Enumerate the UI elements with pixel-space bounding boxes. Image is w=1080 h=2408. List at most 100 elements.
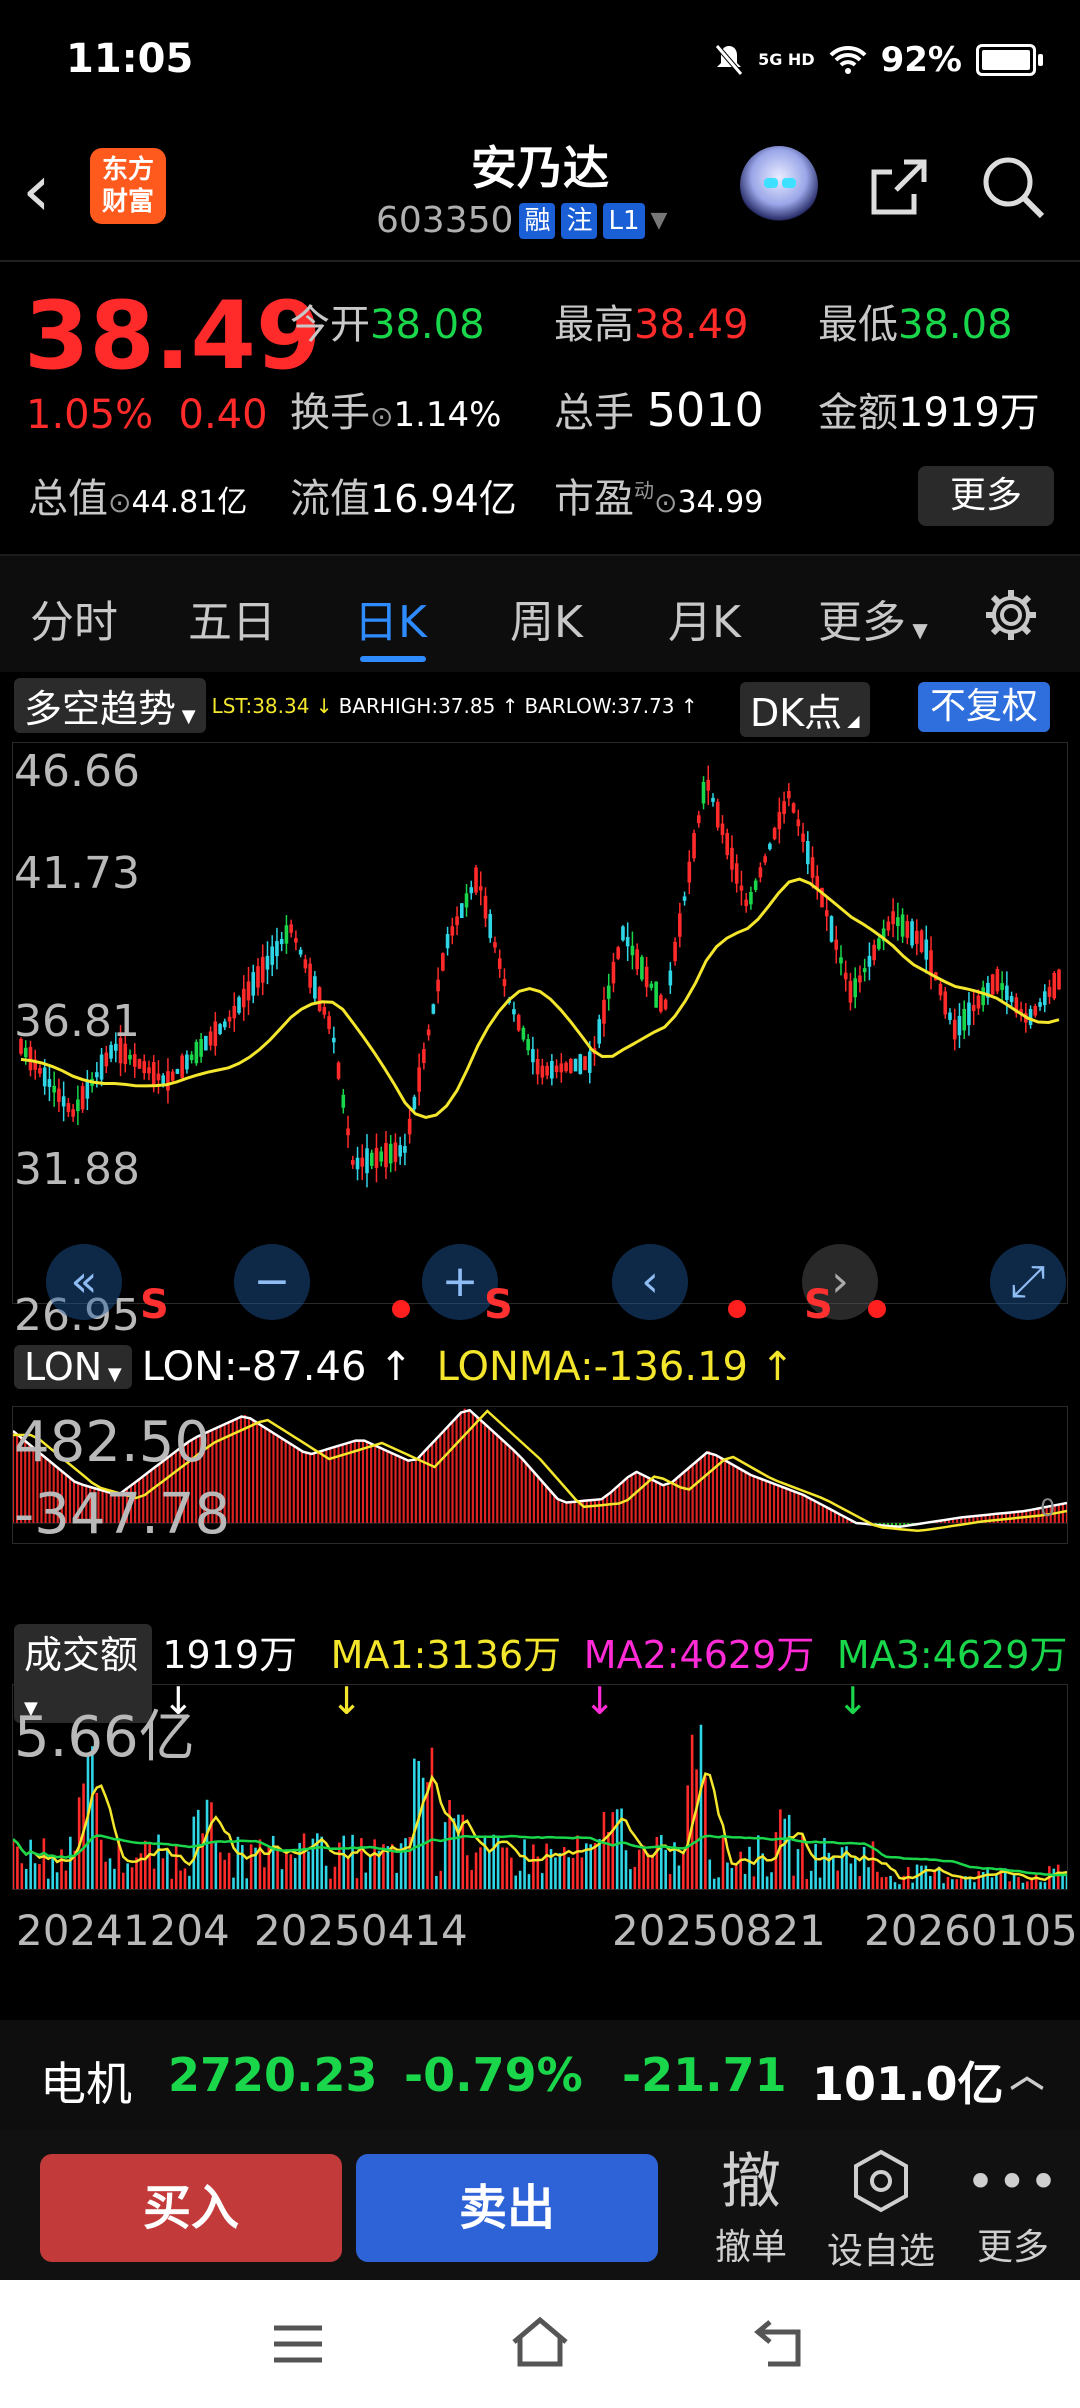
more-dots-icon: ••• <box>965 2153 1061 2211</box>
caret-down-icon: ▼ <box>102 1364 122 1385</box>
kline-chart-area[interactable]: 多空趋势 ▼ LST:38.34 ↓ BARHIGH:37.85 ↑ BARLO… <box>0 670 1080 1980</box>
buy-button[interactable]: 买入 <box>40 2154 342 2262</box>
open-label: 今开 <box>290 302 370 348</box>
tab-more[interactable]: 更多 ▼ <box>818 586 928 650</box>
lonma-value: LONMA:-136.19 ↑ <box>436 1344 795 1390</box>
pe-cell[interactable]: 市盈动⊙34.99 <box>554 466 763 524</box>
signal-dot <box>392 1300 410 1318</box>
sell-signal: S <box>140 1282 169 1328</box>
rewind-icon[interactable]: « <box>46 1244 122 1320</box>
adjust-mode-button[interactable]: 不复权 <box>918 682 1051 732</box>
assistant-robot-icon[interactable] <box>740 146 818 224</box>
level-tag: L1 <box>603 202 645 239</box>
expand-icon[interactable]: ⤢ <box>990 1244 1066 1320</box>
trade-action-bar: 买入 卖出 撤 撤单 设自选 ••• 更多 <box>0 2130 1080 2280</box>
battery-percent: 92% <box>880 40 962 80</box>
system-nav-bar <box>0 2280 1080 2408</box>
prev-icon[interactable]: ‹ <box>612 1244 688 1320</box>
turnover-value: 1.14% <box>393 395 502 435</box>
pe-label: 市盈 <box>554 476 634 522</box>
info-icon: ⊙ <box>370 400 394 433</box>
pe-sup: 动 <box>634 478 654 503</box>
low-label: 最低 <box>818 302 898 348</box>
sector-name: 电机 <box>40 2057 132 2111</box>
caret-down-icon: ▼ <box>650 208 668 233</box>
x-date-label: 20241204 <box>16 1906 230 1955</box>
y-label: 31.88 <box>14 1144 140 1195</box>
price-change: 1.05% 0.40 <box>26 392 268 438</box>
cancel-icon: 撤 <box>721 2147 781 2217</box>
status-icons: 5G HD 92% <box>714 40 1043 80</box>
info-icon: ⊙ <box>108 486 132 519</box>
note-tag: 注 <box>561 202 598 239</box>
lon-indicator-select[interactable]: LON ▼ <box>14 1345 132 1389</box>
status-time: 11:05 <box>66 36 194 82</box>
hexagon-settings-icon <box>854 2149 908 2213</box>
tab-weekly-k[interactable]: 周K <box>510 586 583 650</box>
signal-dot <box>868 1300 886 1318</box>
info-icon: ⊙ <box>654 486 678 519</box>
sector-change: -21.71 <box>622 2048 787 2102</box>
main-indicator-select[interactable]: 多空趋势 ▼ <box>14 678 206 733</box>
turnover-cell[interactable]: 换手⊙1.14% <box>290 380 501 438</box>
more-actions-button[interactable]: ••• 更多 <box>958 2146 1068 2270</box>
sell-button[interactable]: 卖出 <box>356 2154 658 2262</box>
lon-name: LON <box>24 1345 103 1389</box>
x-date-label: 20250414 <box>254 1906 468 1955</box>
amount-label: 金额 <box>818 390 898 436</box>
volume-cell: 总手 5010 <box>554 380 764 438</box>
sell-signal: S <box>484 1282 513 1328</box>
tab-daily-k[interactable]: 日K <box>354 586 427 650</box>
amount-top-label: 5.66亿 <box>14 1705 195 1770</box>
menu-icon[interactable] <box>270 2320 326 2368</box>
sector-index-bar[interactable]: 电机 2720.23 -0.79% -21.71 101.0亿 ︿ <box>0 2020 1080 2130</box>
dk-point-button[interactable]: DK点 ◢ <box>740 682 870 737</box>
stock-header: ‹ 东方 财富 安乃达 603350 融 注 L1 ▼ <box>0 130 1080 262</box>
caret-down-icon: ▼ <box>906 618 928 642</box>
watch-label: 设自选 <box>826 2231 935 2272</box>
sector-value: 2720.23 <box>168 2048 378 2102</box>
lon-bottom-label: -347.78 <box>14 1482 231 1547</box>
amount-value: 1919万 <box>898 390 1040 436</box>
lst-value: LST:38.34 ↓ <box>211 693 333 718</box>
mktcap-label: 总值 <box>28 476 108 522</box>
barhigh-value: BARHIGH:37.85 ↑ <box>338 693 519 718</box>
mktcap-cell[interactable]: 总值⊙44.81亿 <box>28 466 247 524</box>
more-label: 更多 <box>976 2227 1049 2268</box>
float-value: 16.94亿 <box>370 477 517 521</box>
sell-signal: S <box>804 1282 833 1328</box>
cancel-order-button[interactable]: 撤 撤单 <box>696 2146 806 2270</box>
home-icon[interactable] <box>508 2314 572 2370</box>
settings-gear-icon[interactable] <box>982 586 1040 644</box>
share-icon[interactable] <box>862 150 936 224</box>
lon-zero-label: 0 <box>1040 1494 1056 1522</box>
back-nav-icon[interactable] <box>752 2316 810 2370</box>
active-tab-indicator <box>360 656 426 662</box>
amount-name: 成交额 <box>24 1633 139 1677</box>
zoom-out-icon[interactable]: − <box>234 1244 310 1320</box>
open-cell: 今开38.08 <box>290 292 485 350</box>
more-quote-button[interactable]: 更多 <box>918 466 1054 526</box>
amount-cell: 金额1919万 <box>818 380 1040 438</box>
candlestick-panel-overlay <box>12 742 1068 1304</box>
corner-arrow-icon: ◢ <box>842 711 860 730</box>
margin-tag: 融 <box>519 202 556 239</box>
x-date-label: 20260105 <box>864 1906 1078 1955</box>
ma1-line <box>13 1772 1067 1882</box>
add-watchlist-button[interactable]: 设自选 <box>826 2146 936 2274</box>
tab-more-label: 更多 <box>818 597 906 648</box>
high-label: 最高 <box>554 302 634 348</box>
low-value: 38.08 <box>898 302 1013 348</box>
main-indicator-label: 多空趋势 <box>24 687 177 731</box>
chevron-up-icon[interactable]: ︿ <box>1010 2048 1044 2097</box>
stock-code-row[interactable]: 603350 融 注 L1 ▼ <box>376 200 667 241</box>
volume-value: 5010 <box>646 383 764 437</box>
tab-monthly-k[interactable]: 月K <box>668 586 741 650</box>
search-icon[interactable] <box>976 150 1050 224</box>
high-value: 38.49 <box>634 302 749 348</box>
tab-minute[interactable]: 分时 <box>30 586 118 650</box>
change-amount: 0.40 <box>178 392 268 438</box>
mktcap-value: 44.81亿 <box>131 485 248 520</box>
tab-five-day[interactable]: 五日 <box>188 586 276 650</box>
dk-label: DK点 <box>750 691 843 735</box>
